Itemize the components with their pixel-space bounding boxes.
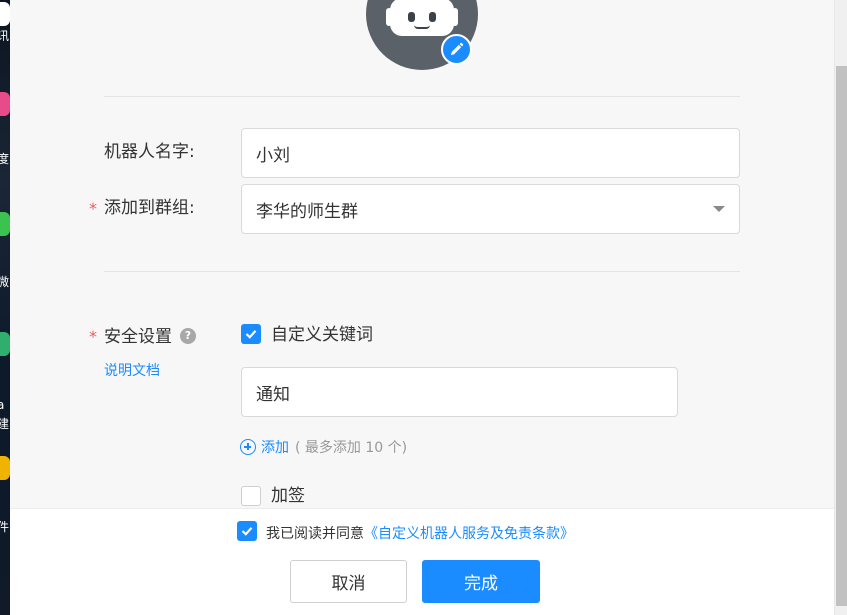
desktop-strip: 讯 度 微 a 建 件	[0, 0, 10, 615]
caret-down-icon	[713, 206, 725, 212]
add-keyword-hint: ( 最多添加 10 个)	[295, 440, 408, 456]
desktop-app-icon[interactable]	[0, 456, 10, 480]
required-marker: *	[89, 327, 97, 346]
check-icon	[241, 527, 253, 536]
check-icon	[245, 330, 257, 339]
dialog-content: 机器人名字: * 添加到群组: 李华的师生群 * 安全设置 ? 说明文档 自定义…	[10, 0, 837, 508]
robot-icon	[390, 0, 454, 36]
robot-name-label: 机器人名字:	[104, 142, 195, 162]
agree-terms-text: 我已阅读并同意《自定义机器人服务及免责条款》	[266, 523, 574, 543]
add-keyword-row: 添加 ( 最多添加 10 个)	[240, 437, 407, 457]
plus-circle-icon[interactable]	[240, 439, 256, 455]
robot-name-input[interactable]	[241, 128, 740, 178]
robot-mouth	[414, 25, 430, 29]
desktop-label-fragment: 件	[0, 520, 10, 534]
robot-eye-right	[429, 12, 436, 22]
dialog-footer: 我已阅读并同意《自定义机器人服务及免责条款》 取消 完成	[10, 508, 837, 615]
desktop-label-fragment: 讯	[0, 29, 10, 43]
custom-keyword-checkbox[interactable]	[241, 324, 261, 344]
divider-middle	[104, 271, 740, 272]
desktop-label-fragment: 建	[0, 417, 10, 431]
desktop-label-fragment: 微	[0, 275, 10, 289]
desktop-app-icon[interactable]	[0, 92, 10, 116]
keyword-input[interactable]	[241, 367, 678, 417]
group-select-value: 李华的师生群	[256, 201, 358, 222]
terms-link[interactable]: 《自定义机器人服务及免责条款》	[364, 526, 574, 542]
sign-checkbox[interactable]	[241, 486, 261, 506]
desktop-app-icon[interactable]	[0, 2, 10, 26]
group-label: 添加到群组:	[104, 198, 195, 218]
add-keyword-link[interactable]: 添加	[261, 437, 289, 457]
robot-settings-dialog: 机器人名字: * 添加到群组: 李华的师生群 * 安全设置 ? 说明文档 自定义…	[10, 0, 837, 615]
custom-keyword-label[interactable]: 自定义关键词	[271, 325, 373, 345]
question-circle-icon[interactable]: ?	[180, 328, 196, 344]
security-settings-label: 安全设置	[104, 327, 172, 347]
desktop-label-fragment: a	[0, 398, 5, 412]
agree-checkbox[interactable]	[237, 521, 257, 541]
sign-label[interactable]: 加签	[271, 486, 305, 506]
divider-top	[104, 96, 740, 97]
pencil-icon	[450, 42, 464, 56]
done-button[interactable]: 完成	[422, 560, 540, 603]
edit-avatar-button[interactable]	[441, 34, 472, 65]
desktop-label-fragment: 度	[0, 152, 10, 166]
desktop-app-icon[interactable]	[0, 212, 10, 236]
group-select[interactable]: 李华的师生群	[241, 184, 740, 234]
cancel-button[interactable]: 取消	[290, 560, 407, 603]
robot-eye-left	[408, 12, 415, 22]
vertical-scrollbar[interactable]	[834, 0, 847, 615]
agree-prefix: 我已阅读并同意	[266, 526, 364, 542]
scrollbar-thumb[interactable]	[836, 66, 847, 606]
desktop-app-icon[interactable]	[0, 332, 10, 356]
docs-link[interactable]: 说明文档	[104, 360, 160, 380]
required-marker: *	[89, 199, 97, 218]
